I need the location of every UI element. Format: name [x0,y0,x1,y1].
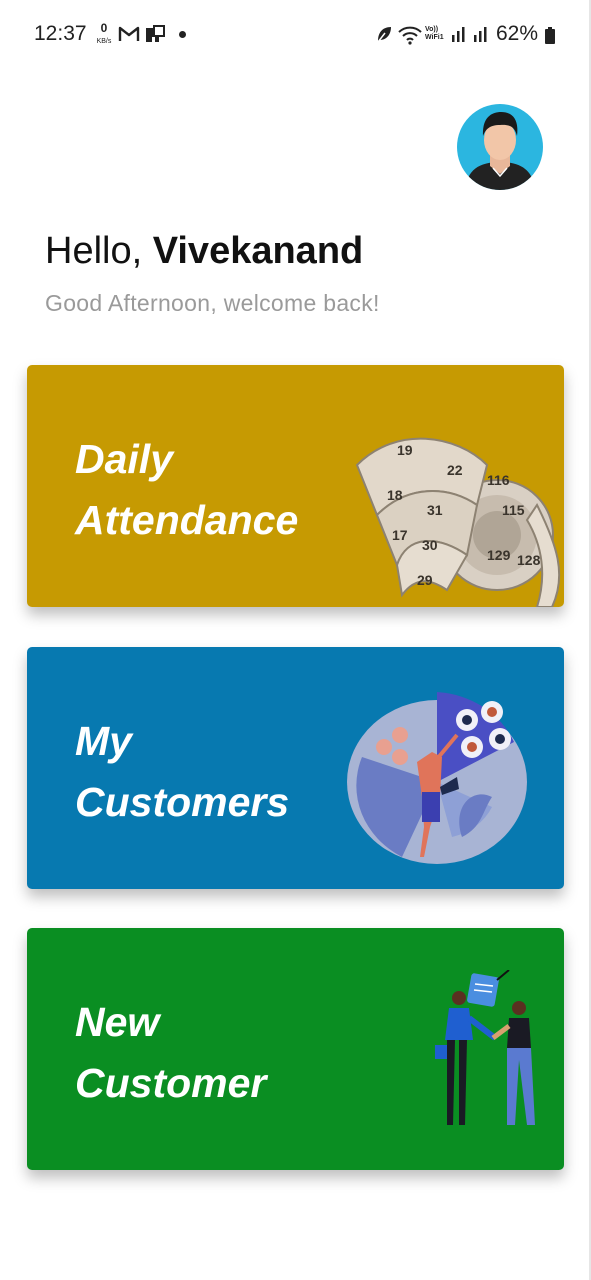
card-title: Daily Attendance [75,429,335,551]
battery-icon [545,27,555,44]
gmail-icon [118,26,140,41]
net-speed-unit: KB/s [96,38,112,45]
net-speed-value: 0 [100,21,108,35]
svg-text:19: 19 [397,442,413,458]
card-title-line2: Customer [75,1060,267,1106]
daily-attendance-card[interactable]: Daily Attendance 19 22 116 18 31 115 17 30 129… [27,365,564,607]
volte-label: Vo)) WiFi1 [425,26,444,41]
card-title-line2: Customers [75,779,290,825]
notification-app-icon [146,25,165,43]
svg-text:115: 115 [502,502,525,518]
card-title-line1: My [75,718,132,764]
card-title: My Customers [75,711,335,833]
net-speed: 0 KB/s [92,21,116,46]
svg-text:29: 29 [417,572,433,588]
svg-text:129: 129 [487,547,511,563]
user-name: Vivekanand [152,230,364,272]
measuring-tape-illustration: 19 22 116 18 31 115 17 30 129 128 29 [355,437,561,607]
customers-chart-illustration [347,692,527,864]
svg-text:128: 128 [517,552,541,568]
greeting-prefix: Hello, [45,230,153,272]
svg-text:18: 18 [387,487,403,503]
my-customers-card[interactable]: My Customers [27,647,564,889]
svg-text:17: 17 [392,527,408,543]
signal-icon-2 [474,27,487,42]
greeting-subtitle: Good Afternoon, welcome back! [45,290,380,316]
card-title-line1: New [75,999,160,1045]
profile-avatar[interactable] [457,104,543,190]
card-title-line1: Daily [75,436,173,482]
wifi-icon [398,26,422,45]
svg-text:116: 116 [487,472,510,488]
status-time: 12:37 [34,22,87,45]
card-title: New Customer [75,992,335,1114]
leaf-icon [377,27,391,43]
signal-icon [452,27,465,42]
card-title-line2: Attendance [75,497,299,543]
greeting-heading: Hello, Vivekanand [45,230,363,273]
notification-dot [179,31,186,38]
svg-text:31: 31 [427,502,443,518]
new-customer-card[interactable]: New Customer [27,928,564,1170]
status-bar: 12:37 0 KB/s Vo)) WiFi1 62% [0,0,589,70]
handshake-illustration [435,970,535,1125]
user-avatar-icon [465,112,535,190]
battery-percent: 62% [496,22,539,45]
svg-text:30: 30 [422,537,438,553]
svg-text:22: 22 [447,462,463,478]
